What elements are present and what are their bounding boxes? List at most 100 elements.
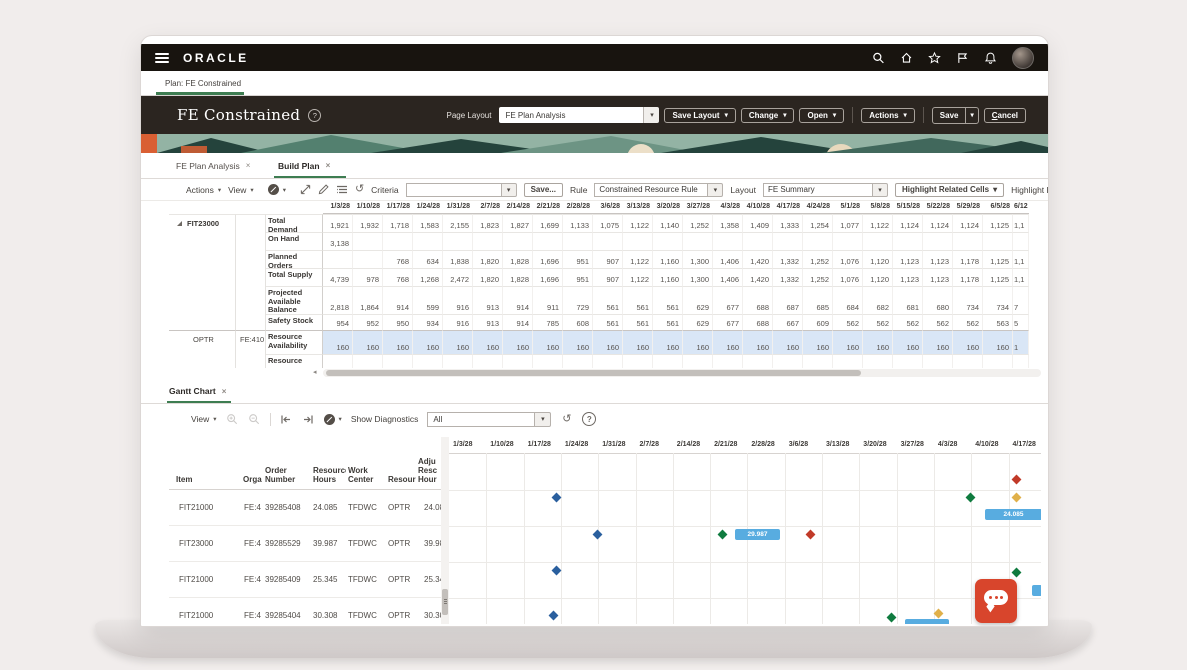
plan-cell[interactable] bbox=[593, 354, 623, 368]
plan-cell[interactable]: 160 bbox=[413, 330, 443, 354]
gantt-cell-order[interactable]: 39285529 bbox=[263, 526, 311, 562]
tab-gantt-chart[interactable]: Gantt Chart × bbox=[169, 379, 226, 403]
plan-cell[interactable]: 677 bbox=[713, 314, 743, 330]
plan-cell[interactable]: 907 bbox=[593, 268, 623, 286]
plan-cell[interactable]: 1,333 bbox=[773, 214, 803, 232]
plan-cell[interactable]: 561 bbox=[593, 286, 623, 314]
save-layout-button[interactable]: Save Layout▾ bbox=[664, 108, 735, 123]
plan-cell[interactable]: 1,406 bbox=[713, 268, 743, 286]
chevron-down-icon[interactable]: ▾ bbox=[965, 108, 977, 123]
scrollbar-thumb[interactable] bbox=[442, 589, 448, 615]
plan-cell[interactable]: 1,252 bbox=[803, 268, 833, 286]
gantt-cell-res[interactable]: OPTR bbox=[386, 490, 416, 526]
plan-cell[interactable] bbox=[443, 354, 473, 368]
plan-cell[interactable]: 160 bbox=[353, 330, 383, 354]
page-layout-select[interactable]: FE Plan Analysis ▾ bbox=[499, 107, 659, 123]
plan-cell[interactable]: 1,827 bbox=[503, 214, 533, 232]
tab-fe-plan-analysis[interactable]: FE Plan Analysis × bbox=[176, 153, 250, 178]
plan-cell[interactable]: 1,300 bbox=[683, 250, 713, 268]
chevron-down-icon[interactable]: ▾ bbox=[534, 412, 551, 427]
gantt-cell-order[interactable]: 39285404 bbox=[263, 598, 311, 624]
plan-cell[interactable]: 2,155 bbox=[443, 214, 473, 232]
plan-cell[interactable] bbox=[593, 232, 623, 250]
plan-cell[interactable]: 952 bbox=[353, 314, 383, 330]
rule-select[interactable]: Constrained Resource Rule ▾ bbox=[594, 183, 723, 197]
plan-cell[interactable]: 916 bbox=[443, 314, 473, 330]
gantt-cell-hours[interactable]: 24.085 bbox=[311, 490, 346, 526]
gantt-milestone-blue[interactable] bbox=[551, 492, 561, 502]
plan-cell[interactable]: 608 bbox=[563, 314, 593, 330]
plan-cell[interactable] bbox=[743, 232, 773, 250]
zoom-in-icon[interactable] bbox=[226, 413, 239, 426]
gantt-cell-order[interactable]: 39285408 bbox=[263, 490, 311, 526]
navigation-menu-icon[interactable] bbox=[155, 53, 169, 63]
plan-cell[interactable]: 160 bbox=[323, 330, 353, 354]
plan-cell[interactable]: 913 bbox=[473, 314, 503, 330]
close-icon[interactable]: × bbox=[246, 161, 251, 170]
plan-cell[interactable] bbox=[323, 250, 353, 268]
save-split-button[interactable]: Save ▾ bbox=[932, 107, 979, 124]
plan-cell[interactable]: 1,332 bbox=[773, 250, 803, 268]
plan-cell[interactable]: 916 bbox=[443, 286, 473, 314]
plan-cell[interactable]: 688 bbox=[743, 314, 773, 330]
plan-group-cell[interactable]: FIT23000 bbox=[169, 214, 236, 330]
plan-cell[interactable]: 1,823 bbox=[473, 214, 503, 232]
gantt-cell-adj[interactable]: 30.308 bbox=[416, 598, 441, 624]
gantt-bar[interactable]: 29.987 bbox=[735, 529, 780, 540]
plan-cell[interactable] bbox=[983, 354, 1013, 368]
plan-cell[interactable]: 1,268 bbox=[413, 268, 443, 286]
plan-cell[interactable]: 7 bbox=[1013, 286, 1029, 314]
plan-cell[interactable]: 1,120 bbox=[863, 250, 893, 268]
plan-cell[interactable]: 687 bbox=[773, 286, 803, 314]
plan-cell[interactable]: 160 bbox=[683, 330, 713, 354]
save-button[interactable]: Save bbox=[933, 108, 966, 123]
plan-cell[interactable] bbox=[323, 354, 353, 368]
plan-cell[interactable]: 667 bbox=[773, 314, 803, 330]
plan-cell[interactable]: 1,124 bbox=[893, 214, 923, 232]
cancel-button[interactable]: Cancel bbox=[984, 108, 1026, 123]
plan-cell[interactable]: 1,123 bbox=[893, 268, 923, 286]
gantt-cell-order[interactable]: 39285409 bbox=[263, 562, 311, 598]
plan-cell[interactable]: 914 bbox=[383, 286, 413, 314]
plan-cell[interactable] bbox=[503, 232, 533, 250]
refresh-icon[interactable]: ↺ bbox=[355, 183, 364, 196]
plan-cell[interactable]: 1,820 bbox=[473, 250, 503, 268]
close-icon[interactable]: × bbox=[222, 387, 227, 396]
plan-cell[interactable]: 160 bbox=[593, 330, 623, 354]
plan-cell[interactable] bbox=[863, 354, 893, 368]
plan-cell[interactable]: 1,838 bbox=[443, 250, 473, 268]
plan-cell[interactable]: 562 bbox=[833, 314, 863, 330]
gantt-milestone-green[interactable] bbox=[717, 529, 727, 539]
plan-cell[interactable] bbox=[923, 354, 953, 368]
plan-cell[interactable]: 1,921 bbox=[323, 214, 353, 232]
plan-cell[interactable]: 684 bbox=[833, 286, 863, 314]
gantt-cell-res[interactable]: OPTR bbox=[386, 562, 416, 598]
plan-cell[interactable]: 934 bbox=[413, 314, 443, 330]
plan-cell[interactable] bbox=[623, 354, 653, 368]
plan-cell[interactable]: 1,122 bbox=[623, 250, 653, 268]
plan-cell[interactable]: 1,178 bbox=[953, 268, 983, 286]
plan-cell[interactable] bbox=[803, 232, 833, 250]
plan-cell[interactable] bbox=[563, 232, 593, 250]
plan-cell[interactable]: 1,420 bbox=[743, 250, 773, 268]
plan-cell[interactable]: 1,124 bbox=[923, 214, 953, 232]
plan-cell[interactable]: 1,160 bbox=[653, 250, 683, 268]
go-to-end-icon[interactable] bbox=[302, 413, 315, 426]
plan-cell[interactable] bbox=[353, 250, 383, 268]
chat-widget-button[interactable] bbox=[975, 579, 1017, 623]
plan-cell[interactable]: 734 bbox=[953, 286, 983, 314]
plan-cell[interactable]: 1,123 bbox=[923, 268, 953, 286]
plan-cell[interactable] bbox=[353, 354, 383, 368]
plan-cell[interactable]: 1,358 bbox=[713, 214, 743, 232]
detach-icon[interactable] bbox=[300, 183, 311, 196]
plan-cell[interactable]: 1,140 bbox=[653, 214, 683, 232]
plan-cell[interactable] bbox=[1013, 354, 1029, 368]
plan-cell[interactable]: 2,472 bbox=[443, 268, 473, 286]
plan-cell[interactable]: 1,864 bbox=[353, 286, 383, 314]
plan-cell[interactable]: 954 bbox=[323, 314, 353, 330]
help-icon[interactable]: ? bbox=[582, 412, 596, 426]
plan-cell[interactable]: 1,076 bbox=[833, 268, 863, 286]
plan-cell[interactable]: 562 bbox=[923, 314, 953, 330]
actions-button[interactable]: Actions▾ bbox=[861, 108, 915, 123]
plan-cell[interactable]: 1,696 bbox=[533, 268, 563, 286]
